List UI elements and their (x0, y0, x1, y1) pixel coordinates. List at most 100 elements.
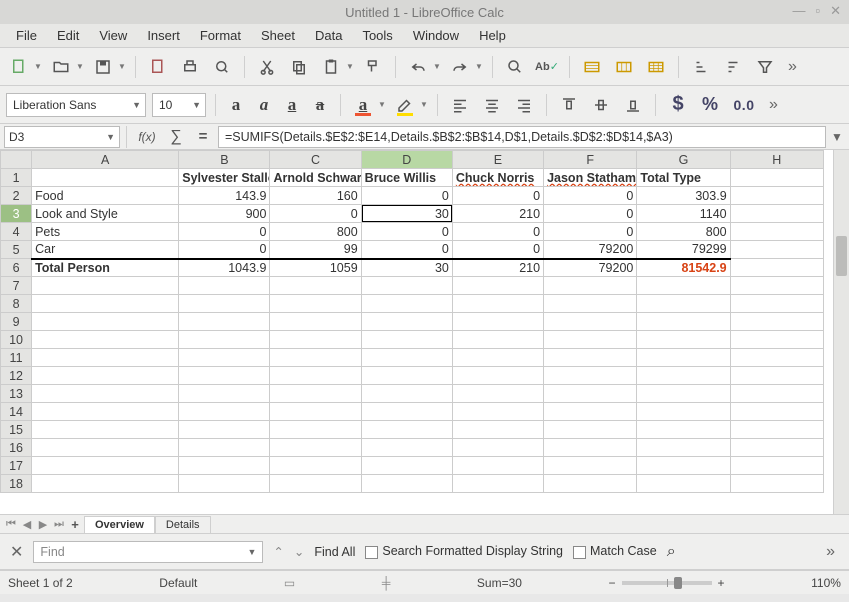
cell-H2[interactable] (730, 187, 823, 205)
cell-B15[interactable] (179, 421, 270, 439)
cell-H18[interactable] (730, 475, 823, 493)
cell-G17[interactable] (637, 457, 730, 475)
cell-B3[interactable]: 900 (179, 205, 270, 223)
expand-formula-icon[interactable]: ▼ (829, 130, 845, 144)
column-header-G[interactable]: G (637, 151, 730, 169)
row-header-5[interactable]: 5 (1, 241, 32, 259)
dropdown-icon[interactable]: ▼ (346, 62, 354, 71)
cell-C10[interactable] (270, 331, 361, 349)
cell-D8[interactable] (361, 295, 452, 313)
menu-sheet[interactable]: Sheet (251, 24, 305, 47)
align-top-icon[interactable] (556, 92, 582, 118)
cell-E11[interactable] (452, 349, 543, 367)
tab-first-icon[interactable]: ⏮ (4, 518, 18, 531)
cell-E18[interactable] (452, 475, 543, 493)
column-header-B[interactable]: B (179, 151, 270, 169)
cell-F16[interactable] (544, 439, 637, 457)
sheet-tab-overview[interactable]: Overview (84, 516, 155, 533)
autofilter-icon[interactable] (752, 54, 778, 80)
cell-G1[interactable]: Total Type (637, 169, 730, 187)
row-header-18[interactable]: 18 (1, 475, 32, 493)
cell-E8[interactable] (452, 295, 543, 313)
close-findbar-icon[interactable]: ✕ (10, 542, 23, 562)
cell-C3[interactable]: 0 (270, 205, 361, 223)
cell-H14[interactable] (730, 403, 823, 421)
vertical-scrollbar[interactable] (833, 150, 849, 514)
cell-B8[interactable] (179, 295, 270, 313)
sheet-tab-details[interactable]: Details (155, 516, 211, 533)
cell-F10[interactable] (544, 331, 637, 349)
cell-F7[interactable] (544, 277, 637, 295)
spellcheck-icon[interactable]: Ab✓ (534, 54, 560, 80)
cell-E2[interactable]: 0 (452, 187, 543, 205)
cell-D7[interactable] (361, 277, 452, 295)
cell-E16[interactable] (452, 439, 543, 457)
cell-C18[interactable] (270, 475, 361, 493)
menu-data[interactable]: Data (305, 24, 352, 47)
cell-H3[interactable] (730, 205, 823, 223)
cell-G2[interactable]: 303.9 (637, 187, 730, 205)
zoom-in-icon[interactable]: + (718, 576, 725, 590)
cell-A11[interactable] (32, 349, 179, 367)
clone-format-icon[interactable] (360, 54, 386, 80)
font-size-combo[interactable]: 10 ▼ (152, 93, 206, 117)
cell-B6[interactable]: 1043.9 (179, 259, 270, 277)
row-icon[interactable] (579, 54, 605, 80)
cell-D11[interactable] (361, 349, 452, 367)
zoom-out-icon[interactable]: − (609, 576, 616, 590)
menu-file[interactable]: File (6, 24, 47, 47)
formula-accept-icon[interactable]: = (191, 128, 215, 145)
cell-E10[interactable] (452, 331, 543, 349)
minimize-icon[interactable]: — (792, 3, 805, 19)
cell-C14[interactable] (270, 403, 361, 421)
cell-D4[interactable]: 0 (361, 223, 452, 241)
cell-G10[interactable] (637, 331, 730, 349)
cell-G3[interactable]: 1140 (637, 205, 730, 223)
find-options-icon[interactable]: ⌕ (667, 543, 676, 561)
cut-icon[interactable] (254, 54, 280, 80)
cell-F9[interactable] (544, 313, 637, 331)
cell-E4[interactable]: 0 (452, 223, 543, 241)
cell-D14[interactable] (361, 403, 452, 421)
cell-C12[interactable] (270, 367, 361, 385)
dropdown-icon[interactable]: ▼ (76, 62, 84, 71)
cell-C7[interactable] (270, 277, 361, 295)
cell-E12[interactable] (452, 367, 543, 385)
cell-A9[interactable] (32, 313, 179, 331)
save-icon[interactable] (90, 54, 116, 80)
cell-A3[interactable]: Look and Style (32, 205, 179, 223)
find-all-button[interactable]: Find All (314, 545, 355, 559)
add-sheet-button[interactable]: + (68, 517, 82, 532)
font-color-button[interactable]: a (350, 92, 376, 118)
menu-window[interactable]: Window (403, 24, 469, 47)
copy-icon[interactable] (286, 54, 312, 80)
function-wizard-icon[interactable]: f(x) (133, 130, 161, 144)
cell-B4[interactable]: 0 (179, 223, 270, 241)
cell-B11[interactable] (179, 349, 270, 367)
cell-A18[interactable] (32, 475, 179, 493)
underline-button[interactable]: a (281, 92, 303, 118)
number-format-icon[interactable]: 0.0 (729, 92, 759, 118)
cell-C1[interactable]: Arnold Schwarzenegger (270, 169, 361, 187)
cell-C9[interactable] (270, 313, 361, 331)
cell-A7[interactable] (32, 277, 179, 295)
align-center-icon[interactable] (479, 92, 505, 118)
dropdown-icon[interactable]: ▼ (420, 100, 428, 109)
zoom-value[interactable]: 110% (811, 576, 841, 590)
cell-B2[interactable]: 143.9 (179, 187, 270, 205)
cell-B13[interactable] (179, 385, 270, 403)
cell-G18[interactable] (637, 475, 730, 493)
cell-G9[interactable] (637, 313, 730, 331)
cell-A4[interactable]: Pets (32, 223, 179, 241)
cell-E14[interactable] (452, 403, 543, 421)
overflow-icon[interactable]: » (784, 58, 801, 76)
sort-desc-icon[interactable] (720, 54, 746, 80)
grid[interactable]: ABCDEFGH1Sylvester StalloneArnold Schwar… (0, 150, 833, 514)
dropdown-icon[interactable]: ▼ (433, 62, 441, 71)
cell-A14[interactable] (32, 403, 179, 421)
cell-G14[interactable] (637, 403, 730, 421)
row-header-6[interactable]: 6 (1, 259, 32, 277)
cell-H13[interactable] (730, 385, 823, 403)
close-icon[interactable]: ✕ (830, 3, 841, 19)
cell-D6[interactable]: 30 (361, 259, 452, 277)
